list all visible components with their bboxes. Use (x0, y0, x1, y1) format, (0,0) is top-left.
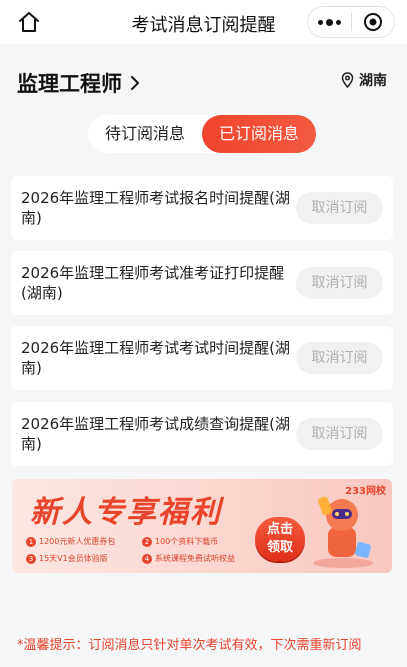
subscription-title: 2026年监理工程师考试成绩查询提醒(湖南) (21, 415, 291, 453)
mini-program-capsule (307, 6, 395, 38)
claim-button[interactable]: 点击 领取 (255, 517, 305, 561)
perk-item: 1 1200元新人优惠券包 (26, 536, 115, 547)
unsubscribe-button[interactable]: 取消订阅 (296, 267, 383, 299)
chevron-right-icon (131, 76, 139, 90)
exam-name: 监理工程师 (17, 72, 122, 96)
more-icon[interactable] (308, 7, 351, 37)
tab-pending[interactable]: 待订阅消息 (88, 115, 202, 153)
unsubscribe-button[interactable]: 取消订阅 (296, 192, 383, 224)
perk-item: 4 系统课程免费试听权益 (142, 553, 235, 564)
exam-selector[interactable]: 监理工程师 (17, 68, 140, 98)
close-target-icon[interactable] (351, 7, 394, 37)
subscription-title: 2026年监理工程师考试报名时间提醒(湖南) (21, 189, 291, 227)
list-item: 2026年监理工程师考试报名时间提醒(湖南) 取消订阅 (11, 176, 393, 240)
perk-list: 1 1200元新人优惠券包 2 100个资料下载币 3 15天V1会员体验版 4 系统课… (26, 534, 284, 567)
perk-item: 2 100个资料下载币 (142, 536, 218, 547)
list-item: 2026年监理工程师考试准考证打印提醒(湖南) 取消订阅 (11, 251, 393, 315)
list-item: 2026年监理工程师考试考试时间提醒(湖南) 取消订阅 (11, 326, 393, 390)
mascot-illustration (313, 496, 373, 568)
subscription-tabs: 待订阅消息 已订阅消息 (88, 115, 316, 153)
location-selector[interactable]: 湖南 (341, 70, 387, 90)
unsubscribe-button[interactable]: 取消订阅 (296, 342, 383, 374)
unsubscribe-button[interactable]: 取消订阅 (296, 418, 383, 450)
location-label: 湖南 (359, 73, 387, 89)
perk-item: 3 15天V1会员体验版 (26, 553, 108, 564)
nav-bar: 考试消息订阅提醒 (0, 0, 407, 44)
banner-title: 新人专享福利 (30, 495, 222, 530)
tip-text: *温馨提示：订阅消息只针对单次考试有效，下次需重新订阅 (17, 638, 362, 653)
promo-banner[interactable]: 新人专享福利 233网校 1 1200元新人优惠券包 2 100个资料下载币 3 15… (12, 479, 392, 573)
subscription-title: 2026年监理工程师考试考试时间提醒(湖南) (21, 339, 291, 377)
list-item: 2026年监理工程师考试成绩查询提醒(湖南) 取消订阅 (11, 402, 393, 466)
subscription-title: 2026年监理工程师考试准考证打印提醒(湖南) (21, 264, 285, 302)
location-pin-icon (341, 72, 354, 88)
tab-subscribed[interactable]: 已订阅消息 (202, 115, 316, 153)
